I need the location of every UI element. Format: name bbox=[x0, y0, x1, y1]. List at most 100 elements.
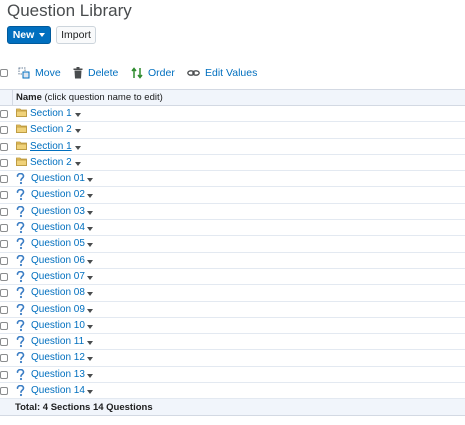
question-icon bbox=[16, 205, 25, 221]
section-link[interactable]: Section 2 bbox=[30, 124, 72, 135]
row-checkbox[interactable] bbox=[0, 224, 8, 233]
import-button[interactable]: Import bbox=[56, 26, 96, 44]
question-link[interactable]: Question 12 bbox=[31, 352, 85, 363]
chevron-down-icon[interactable] bbox=[87, 210, 93, 215]
question-icon bbox=[16, 189, 25, 204]
question-row: Question 06 bbox=[0, 253, 465, 269]
question-link[interactable]: Question 01 bbox=[31, 173, 85, 184]
question-row: Question 07 bbox=[0, 269, 465, 286]
row-checkbox[interactable] bbox=[0, 191, 8, 200]
question-link[interactable]: Question 08 bbox=[31, 287, 85, 298]
trash-icon bbox=[73, 67, 83, 79]
question-link[interactable]: Question 13 bbox=[31, 369, 85, 380]
question-icon bbox=[16, 335, 25, 351]
question-link[interactable]: Question 11 bbox=[31, 336, 84, 347]
question-link[interactable]: Question 09 bbox=[31, 304, 85, 315]
section-row: Section 2 bbox=[0, 155, 465, 172]
question-row: Question 10 bbox=[0, 318, 465, 335]
question-icon bbox=[16, 368, 25, 384]
chevron-down-icon[interactable] bbox=[75, 113, 81, 117]
section-row: Section 1 bbox=[0, 139, 465, 155]
question-row: Question 02 bbox=[0, 187, 465, 204]
chevron-down-icon[interactable] bbox=[87, 341, 93, 346]
folder-icon bbox=[16, 157, 27, 169]
question-link[interactable]: Question 03 bbox=[31, 206, 85, 217]
section-link[interactable]: Section 1 bbox=[30, 141, 72, 152]
question-row: Question 03 bbox=[0, 204, 465, 221]
totals-label: Total: 4 Sections 14 Questions bbox=[15, 402, 153, 414]
name-column-header[interactable]: Name (click question name to edit) bbox=[16, 92, 163, 103]
row-checkbox[interactable] bbox=[0, 354, 8, 363]
question-link[interactable]: Question 02 bbox=[31, 189, 85, 200]
question-row: Question 12 bbox=[0, 350, 465, 367]
question-link[interactable]: Question 05 bbox=[31, 238, 85, 249]
folder-icon bbox=[16, 108, 27, 120]
order-button[interactable]: Order bbox=[131, 67, 175, 79]
row-checkbox[interactable] bbox=[0, 240, 8, 249]
header-divider bbox=[12, 90, 13, 105]
section-link[interactable]: Section 1 bbox=[30, 108, 72, 119]
question-link[interactable]: Question 14 bbox=[31, 385, 85, 396]
question-icon bbox=[16, 303, 25, 319]
chevron-down-icon[interactable] bbox=[75, 161, 81, 166]
section-link[interactable]: Section 2 bbox=[30, 157, 72, 168]
new-button[interactable]: New bbox=[7, 26, 51, 44]
row-checkbox[interactable] bbox=[0, 338, 8, 347]
edit-values-label: Edit Values bbox=[205, 67, 258, 79]
question-row: Question 08 bbox=[0, 285, 465, 302]
table-header: Name (click question name to edit) bbox=[0, 90, 465, 106]
row-checkbox[interactable] bbox=[0, 256, 8, 265]
chevron-down-icon[interactable] bbox=[87, 259, 93, 264]
row-checkbox[interactable] bbox=[0, 126, 8, 135]
question-link[interactable]: Question 04 bbox=[31, 222, 85, 233]
row-checkbox[interactable] bbox=[0, 305, 8, 314]
new-button-label: New bbox=[12, 29, 35, 41]
toolbar: Move Delete Order Edit Values bbox=[0, 66, 465, 84]
chevron-down-icon[interactable] bbox=[87, 324, 93, 329]
question-link[interactable]: Question 07 bbox=[31, 271, 85, 282]
question-link[interactable]: Question 06 bbox=[31, 255, 85, 266]
table-footer: Total: 4 Sections 14 Questions bbox=[0, 399, 465, 417]
chevron-down-icon[interactable] bbox=[87, 373, 93, 378]
row-checkbox[interactable] bbox=[0, 321, 8, 330]
edit-values-button[interactable]: Edit Values bbox=[187, 67, 257, 79]
move-button[interactable]: Move bbox=[18, 67, 61, 79]
row-checkbox[interactable] bbox=[0, 175, 8, 184]
delete-label: Delete bbox=[88, 67, 119, 79]
row-checkbox[interactable] bbox=[0, 110, 8, 118]
chevron-down-icon[interactable] bbox=[87, 390, 93, 395]
question-icon bbox=[16, 270, 25, 286]
row-checkbox[interactable] bbox=[0, 289, 8, 298]
select-all-checkbox[interactable] bbox=[0, 69, 8, 77]
row-checkbox[interactable] bbox=[0, 387, 8, 396]
order-label: Order bbox=[148, 67, 175, 79]
chevron-down-icon[interactable] bbox=[87, 308, 93, 313]
question-row: Question 09 bbox=[0, 302, 465, 318]
question-row: Question 13 bbox=[0, 367, 465, 384]
chevron-down-icon[interactable] bbox=[87, 178, 93, 183]
chevron-down-icon[interactable] bbox=[87, 227, 93, 232]
row-checkbox[interactable] bbox=[0, 207, 8, 216]
row-checkbox[interactable] bbox=[0, 272, 8, 281]
question-row: Question 14 bbox=[0, 383, 465, 400]
chevron-down-icon[interactable] bbox=[75, 129, 81, 134]
question-icon bbox=[16, 384, 25, 400]
section-row: Section 2 bbox=[0, 122, 465, 139]
reorder-icon bbox=[131, 67, 143, 79]
question-icon bbox=[16, 287, 25, 302]
row-checkbox[interactable] bbox=[0, 142, 8, 151]
chevron-down-icon[interactable] bbox=[87, 357, 93, 362]
chevron-down-icon[interactable] bbox=[87, 275, 93, 280]
delete-button[interactable]: Delete bbox=[73, 67, 118, 79]
chevron-down-icon[interactable] bbox=[87, 292, 93, 297]
chevron-down-icon[interactable] bbox=[87, 194, 93, 199]
row-checkbox[interactable] bbox=[0, 158, 8, 167]
row-checkbox[interactable] bbox=[0, 370, 8, 379]
question-link[interactable]: Question 10 bbox=[31, 320, 85, 331]
question-icon bbox=[16, 238, 25, 253]
chevron-down-icon[interactable] bbox=[75, 145, 81, 150]
question-icon bbox=[16, 319, 25, 335]
chevron-down-icon[interactable] bbox=[87, 243, 93, 248]
move-label: Move bbox=[35, 67, 61, 79]
question-row: Question 11 bbox=[0, 334, 465, 351]
